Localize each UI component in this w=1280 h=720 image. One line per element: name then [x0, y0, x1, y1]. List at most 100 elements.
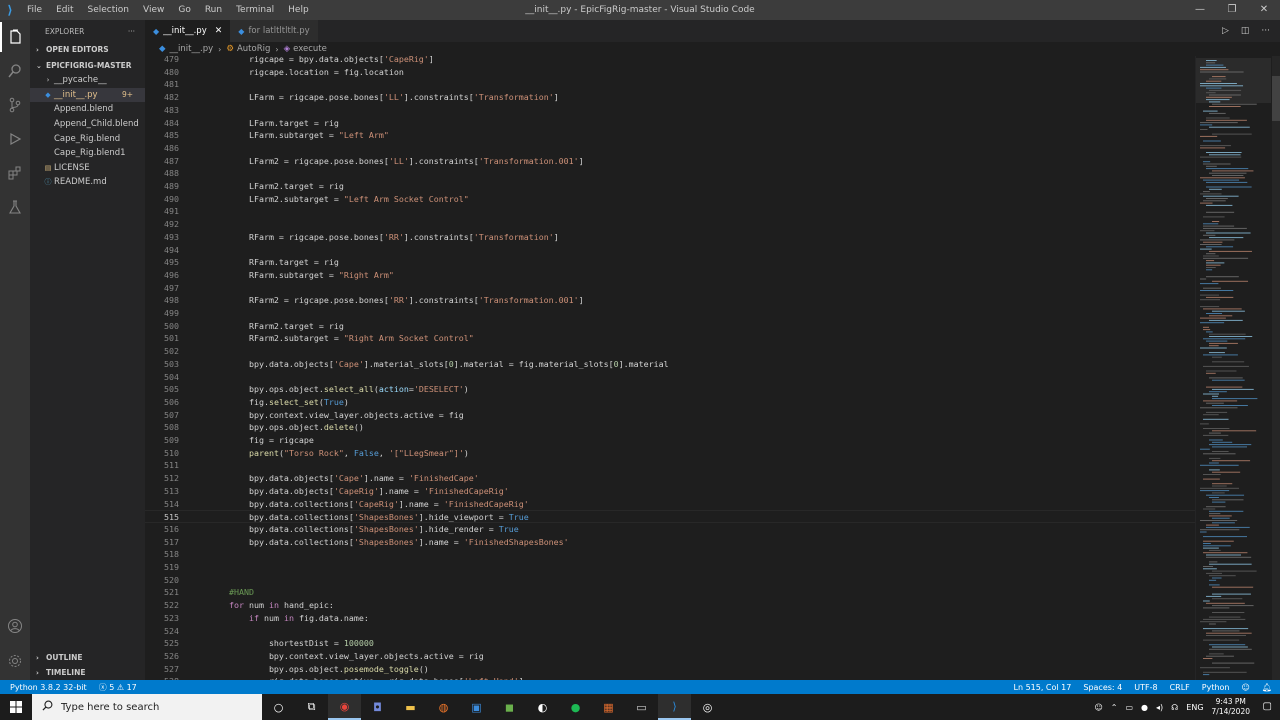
- code-line[interactable]: 513 bpy.data.objects['CapeRig'].name = '…: [145, 485, 1195, 498]
- menu-go[interactable]: Go: [171, 5, 197, 15]
- display-app-icon[interactable]: ▭: [625, 694, 658, 720]
- account-icon[interactable]: [0, 611, 30, 641]
- code-line[interactable]: 483: [145, 104, 1195, 117]
- run-python-icon[interactable]: ▷: [1222, 26, 1229, 36]
- code-line[interactable]: 485 LFarm.subtarget = "Left Arm": [145, 129, 1195, 142]
- task-view-icon[interactable]: ⧉: [295, 694, 328, 720]
- search-icon[interactable]: [0, 56, 30, 86]
- code-line[interactable]: 490 LFarm2.subtarget = "Left Arm Socket …: [145, 193, 1195, 206]
- discord-icon[interactable]: ◘: [361, 694, 394, 720]
- network-icon[interactable]: ☊: [1171, 703, 1178, 712]
- code-line[interactable]: 500 RFarm2.target = rig: [145, 320, 1195, 333]
- spotify-icon[interactable]: ●: [559, 694, 592, 720]
- chrome-icon[interactable]: ◉: [328, 694, 361, 720]
- breadcrumb-class[interactable]: AutoRig: [237, 44, 270, 54]
- file-tree-item[interactable]: › __pycache__: [30, 73, 145, 88]
- code-line[interactable]: 510 parent("Torso Rock", False, '["LLegS…: [145, 447, 1195, 460]
- code-line[interactable]: 517 bpy.data.collections['ShapesBones'].…: [145, 536, 1195, 549]
- code-line[interactable]: 488: [145, 167, 1195, 180]
- menu-file[interactable]: File: [20, 5, 49, 15]
- minimap[interactable]: [1195, 56, 1280, 680]
- windows-start-icon[interactable]: [0, 694, 32, 720]
- people-icon[interactable]: ☺: [1094, 703, 1102, 712]
- timeline-section[interactable]: › TIMELINE: [30, 665, 145, 680]
- language-indicator[interactable]: ENG: [1186, 703, 1203, 712]
- breadcrumb-file[interactable]: __init__.py: [170, 44, 214, 54]
- code-line[interactable]: 487 LFarm2 = rigcape.pose.bones['LL'].co…: [145, 155, 1195, 168]
- settings-gear-icon[interactable]: [0, 646, 30, 676]
- cortana-icon[interactable]: ○: [262, 694, 295, 720]
- breadcrumb-method[interactable]: execute: [293, 44, 327, 54]
- blender-icon[interactable]: ◍: [427, 694, 460, 720]
- paint-app-icon[interactable]: ▦: [592, 694, 625, 720]
- menu-edit[interactable]: Edit: [49, 5, 80, 15]
- file-tree-item[interactable]: Append_Child.blend: [30, 117, 145, 132]
- more-actions-icon[interactable]: ···: [128, 27, 135, 36]
- code-line[interactable]: 509 fig = rigcape: [145, 434, 1195, 447]
- scrollbar-thumb[interactable]: [1272, 76, 1280, 121]
- restore-icon[interactable]: ❐: [1216, 0, 1248, 20]
- code-line[interactable]: 495 RFarm.target = rig: [145, 256, 1195, 269]
- explorer-icon[interactable]: [0, 22, 30, 52]
- code-line[interactable]: 491: [145, 205, 1195, 218]
- run-debug-icon[interactable]: [0, 124, 30, 154]
- action-center-icon[interactable]: ▢: [1263, 701, 1272, 712]
- code-line[interactable]: 527 bpy.ops.object.posemode_toggle(): [145, 663, 1195, 676]
- indentation[interactable]: Spaces: 4: [1083, 683, 1122, 692]
- language-mode[interactable]: Python: [1202, 683, 1230, 692]
- code-line[interactable]: 498 RFarm2 = rigcape.pose.bones['RR'].co…: [145, 294, 1195, 307]
- notifications-bell-icon[interactable]: 🔔︎: [1262, 683, 1272, 692]
- split-editor-icon[interactable]: ◫: [1241, 26, 1250, 36]
- code-editor[interactable]: 479 rigcape = bpy.data.objects['CapeRig'…: [145, 56, 1195, 680]
- show-hidden-icons[interactable]: ⌃: [1111, 703, 1118, 712]
- encoding[interactable]: UTF-8: [1134, 683, 1157, 692]
- code-line[interactable]: 523 if num in fig.data.name:: [145, 612, 1195, 625]
- menu-view[interactable]: View: [136, 5, 171, 15]
- minimize-icon[interactable]: —: [1184, 0, 1216, 20]
- minecraft-icon[interactable]: ◼: [493, 694, 526, 720]
- testing-flask-icon[interactable]: [0, 192, 30, 222]
- clock[interactable]: 9:43 PM 7/14/2020: [1212, 697, 1250, 717]
- code-line[interactable]: 511: [145, 459, 1195, 472]
- code-line[interactable]: 524: [145, 625, 1195, 638]
- code-line[interactable]: 516 bpy.data.collections['ShapesBones'].…: [145, 523, 1195, 536]
- code-line[interactable]: 496 RFarm.subtarget = "Right Arm": [145, 269, 1195, 282]
- file-tree-item[interactable]: ▤ LICENSE: [30, 161, 145, 176]
- code-line[interactable]: 501 RFarm2.subtarget = "Right Arm Socket…: [145, 332, 1195, 345]
- close-window-icon[interactable]: ✕: [1248, 0, 1280, 20]
- code-line[interactable]: 494: [145, 244, 1195, 257]
- source-control-icon[interactable]: [0, 90, 30, 120]
- vscode-taskbar-icon[interactable]: ⟩: [658, 694, 691, 720]
- code-line[interactable]: 514 bpy.data.collections['CapeRig'].name…: [145, 498, 1195, 511]
- code-line[interactable]: 512 bpy.data.objects['Cape'].name = 'Fin…: [145, 472, 1195, 485]
- code-line[interactable]: 484 LFarm.target = rig: [145, 117, 1195, 130]
- feedback-icon[interactable]: ☺: [1242, 683, 1250, 692]
- python-interpreter[interactable]: Python 3.8.2 32-bit: [10, 683, 87, 692]
- code-line[interactable]: 497: [145, 282, 1195, 295]
- code-line[interactable]: 520: [145, 574, 1195, 587]
- file-explorer-icon[interactable]: ▬: [394, 694, 427, 720]
- file-tree-item[interactable]: Append.blend: [30, 102, 145, 117]
- problems-indicator[interactable]: ⓧ 5 ⚠ 17: [99, 682, 137, 693]
- code-line[interactable]: 486: [145, 142, 1195, 155]
- microphone-icon[interactable]: ●: [1141, 703, 1148, 712]
- code-line[interactable]: 505 bpy.ops.object.select_all(action='DE…: [145, 383, 1195, 396]
- cursor-position[interactable]: Ln 515, Col 17: [1014, 683, 1072, 692]
- code-line[interactable]: 482 LFarm = rigcape.pose.bones['LL'].con…: [145, 91, 1195, 104]
- obs-icon[interactable]: ◎: [691, 694, 724, 720]
- code-line[interactable]: 481: [145, 78, 1195, 91]
- end-of-line[interactable]: CRLF: [1170, 683, 1190, 692]
- menu-terminal[interactable]: Terminal: [229, 5, 281, 15]
- battery-icon[interactable]: ▭: [1125, 703, 1133, 712]
- extensions-icon[interactable]: [0, 158, 30, 188]
- file-tree-item[interactable]: ◆ __init__.py 9+: [30, 87, 145, 103]
- store-icon[interactable]: ▣: [460, 694, 493, 720]
- taskbar-search[interactable]: Type here to search: [32, 694, 262, 720]
- code-line[interactable]: 504: [145, 371, 1195, 384]
- code-line[interactable]: 492: [145, 218, 1195, 231]
- code-line[interactable]: 480 rigcape.location = fig.location: [145, 66, 1195, 79]
- code-line[interactable]: 499: [145, 307, 1195, 320]
- code-line[interactable]: 518: [145, 548, 1195, 561]
- code-line[interactable]: 479 rigcape = bpy.data.objects['CapeRig'…: [145, 56, 1195, 66]
- file-tree-item[interactable]: ⓘ README.md: [30, 175, 145, 190]
